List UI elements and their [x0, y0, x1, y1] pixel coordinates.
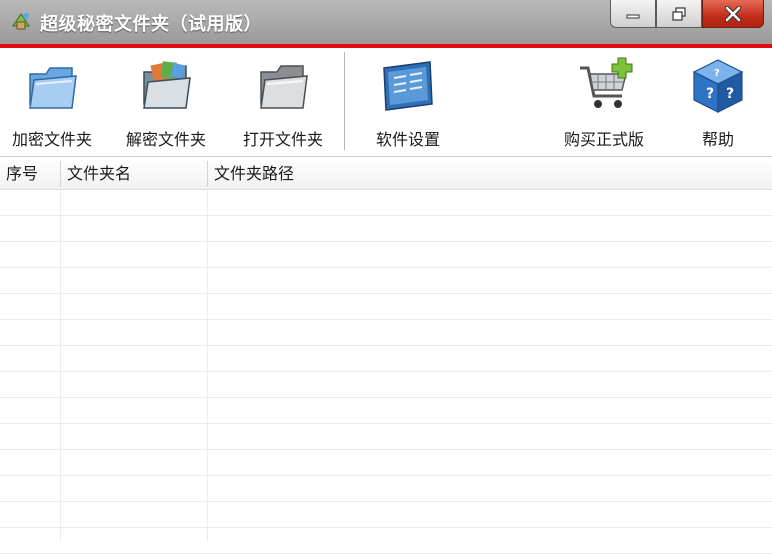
- restore-icon: [672, 6, 686, 21]
- encrypt-folder-label: 加密文件夹: [11, 130, 92, 149]
- help-cube-icon: ? ? ?: [692, 59, 744, 113]
- table-row[interactable]: [0, 320, 772, 346]
- toolbar-separator: [344, 52, 345, 150]
- folder-table: 序号 文件夹名 文件夹路径: [0, 157, 772, 554]
- table-row[interactable]: [0, 216, 772, 242]
- svg-text:?: ?: [726, 86, 734, 102]
- decrypt-folder-button[interactable]: 解密文件夹: [118, 48, 214, 156]
- settings-label: 软件设置: [375, 130, 440, 149]
- encrypt-folder-button[interactable]: 加密文件夹: [4, 48, 100, 156]
- help-label: 帮助: [701, 130, 734, 149]
- table-body[interactable]: [0, 190, 772, 554]
- table-row[interactable]: [0, 502, 772, 528]
- table-row[interactable]: [0, 424, 772, 450]
- restore-button[interactable]: [656, 0, 702, 28]
- table-row[interactable]: [0, 346, 772, 372]
- table-row[interactable]: [0, 398, 772, 424]
- help-button[interactable]: ? ? ? 帮助: [670, 48, 766, 156]
- decrypt-folder-label: 解密文件夹: [125, 130, 206, 149]
- window-title: 超级秘密文件夹（试用版）: [40, 14, 262, 35]
- window-controls: [610, 0, 764, 30]
- folder-photos-icon: [143, 61, 191, 109]
- open-folder-label: 打开文件夹: [242, 130, 323, 149]
- shopping-cart-icon: [580, 57, 633, 108]
- table-row[interactable]: [0, 294, 772, 320]
- open-folder-button[interactable]: 打开文件夹: [235, 48, 331, 156]
- app-logo-icon: [12, 13, 30, 30]
- title-bar: 超级秘密文件夹（试用版）: [0, 0, 772, 44]
- settings-button[interactable]: 软件设置: [360, 48, 456, 156]
- svg-text:?: ?: [706, 86, 714, 102]
- settings-screen-icon: [383, 61, 433, 111]
- table-row[interactable]: [0, 372, 772, 398]
- table-row[interactable]: [0, 268, 772, 294]
- minimize-button[interactable]: [610, 0, 656, 28]
- minimize-icon: [626, 14, 640, 18]
- buy-full-version-label: 购买正式版: [563, 130, 644, 149]
- table-row[interactable]: [0, 190, 772, 216]
- column-header-index[interactable]: 序号: [0, 157, 60, 189]
- folder-open-icon: [260, 65, 308, 109]
- buy-full-version-button[interactable]: 购买正式版: [556, 48, 652, 156]
- close-icon: [724, 5, 742, 22]
- folder-blue-icon: [29, 67, 77, 109]
- close-button[interactable]: [702, 0, 764, 28]
- svg-text:?: ?: [714, 68, 720, 79]
- table-header: 序号 文件夹名 文件夹路径: [0, 157, 772, 190]
- table-row[interactable]: [0, 528, 772, 554]
- table-row[interactable]: [0, 450, 772, 476]
- column-header-folder-name[interactable]: 文件夹名: [61, 157, 207, 189]
- column-header-folder-path[interactable]: 文件夹路径: [208, 157, 772, 189]
- toolbar: 加密文件夹 解密文件夹 打开文件夹 软件设置 购买正式版 ? ? ? 帮助: [0, 48, 772, 157]
- table-row[interactable]: [0, 242, 772, 268]
- table-row[interactable]: [0, 476, 772, 502]
